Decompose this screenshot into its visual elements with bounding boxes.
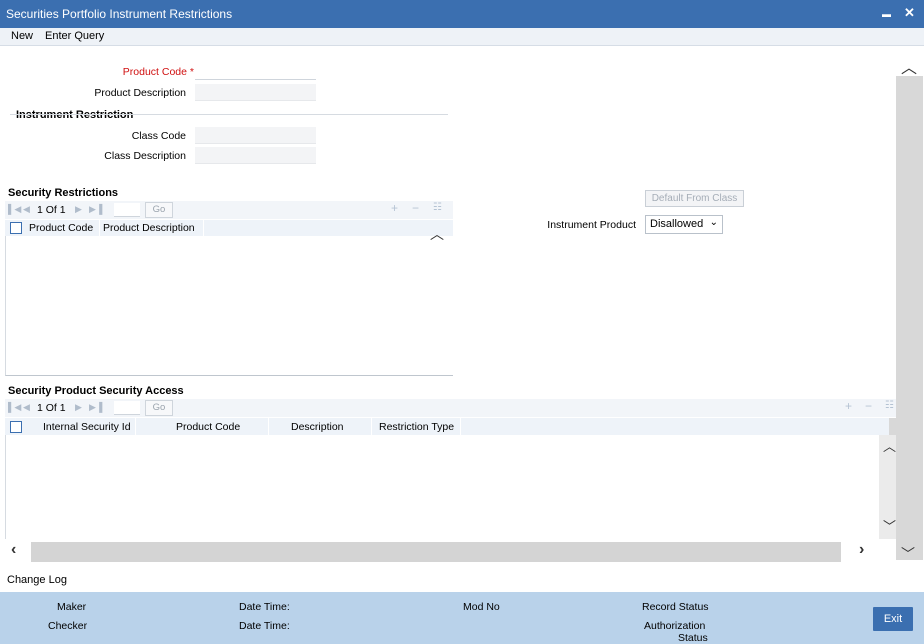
select-all-checkbox[interactable] [10,222,22,234]
page-scrollbar-track[interactable] [896,76,923,560]
column-header-internal-security-id: Internal Security Id [43,421,131,433]
horizontal-scrollbar[interactable]: ‹ › [5,540,879,566]
authorization-status-label-line1: Authorization [644,620,706,632]
close-icon[interactable]: ✕ [904,5,915,21]
checker-date-time-label: Date Time: [239,620,290,632]
delete-row-icon[interactable]: − [865,399,872,413]
security-restrictions-toolbar: ▌◀ ◀ 1 Of 1 ▶ ▶▐ Go + − ☷ [5,201,453,219]
prev-page-icon[interactable]: ◀ [23,402,30,413]
column-separator [99,220,100,236]
grid-scroll-down-icon[interactable]: ﹀ [883,516,896,535]
record-status-label: Record Status [642,601,709,613]
checker-label: Checker [48,620,88,632]
first-page-icon[interactable]: ▌◀ [8,402,21,413]
instrument-restriction-title: Instrument Restriction [16,109,134,121]
audit-footer: Maker Checker Date Time: Date Time: Mod … [0,592,924,644]
product-code-label: Product Code * [122,66,194,78]
column-separator [460,418,461,435]
mod-no-label: Mod No [463,601,500,613]
column-separator [203,220,204,236]
exit-button[interactable]: Exit [873,607,913,631]
last-page-icon[interactable]: ▶▐ [89,402,102,413]
main-content: Product Code * Product Description Instr… [0,46,924,566]
security-restrictions-page-input[interactable] [114,203,140,217]
scroll-left-icon[interactable]: ‹ [11,541,16,559]
prev-page-icon[interactable]: ◀ [23,204,30,215]
security-access-go-button[interactable]: Go [145,400,173,416]
instrument-product-select[interactable]: Disallowed ⌄ [645,215,723,234]
default-from-class-button[interactable]: Default From Class [645,190,744,207]
grid-header-scroll-corner [889,418,896,435]
security-restrictions-grid-header: Product Code Product Description [5,220,453,236]
column-separator [371,418,372,435]
change-log-link[interactable]: Change Log [7,574,67,586]
security-access-page-input[interactable] [114,401,140,415]
minimize-icon[interactable]: ▬ [882,9,891,19]
product-code-input[interactable] [195,63,316,80]
security-restrictions-grid-body [5,236,453,376]
last-page-icon[interactable]: ▶▐ [89,204,102,215]
first-page-icon[interactable]: ▌◀ [8,204,21,215]
product-description-label: Product Description [94,87,186,99]
column-header-product-description: Product Description [103,222,195,234]
column-separator [268,418,269,435]
authorization-status-label-line2: Status [678,632,708,644]
grid-scroll-up-icon[interactable]: ︿ [883,436,896,455]
grid-scroll-up-icon[interactable]: ︿ [430,224,444,244]
add-row-icon[interactable]: + [845,399,852,413]
new-menu-item[interactable]: New [11,30,33,42]
delete-row-icon[interactable]: − [412,201,419,215]
security-access-grid-body [5,435,879,539]
class-description-label: Class Description [104,150,186,162]
security-access-title: Security Product Security Access [8,385,184,397]
chevron-down-icon: ⌄ [709,217,718,228]
security-restrictions-title: Security Restrictions [8,187,119,199]
maker-label: Maker [57,601,87,613]
class-description-input[interactable] [195,147,316,164]
column-header-product-code: Product Code [176,421,241,433]
column-header-description: Description [291,421,344,433]
security-access-toolbar: ▌◀ ◀ 1 Of 1 ▶ ▶▐ Go + − ☷ [5,399,896,417]
instrument-product-label: Instrument Product [547,219,636,231]
next-page-icon[interactable]: ▶ [75,204,82,215]
product-description-input[interactable] [195,84,316,101]
single-view-icon[interactable]: ☷ [433,202,442,213]
page-scroll-up-icon[interactable]: ︿ [901,54,917,78]
security-restrictions-pager: 1 Of 1 [37,204,66,216]
class-code-label: Class Code [131,130,186,142]
maker-date-time-label: Date Time: [239,601,290,613]
add-row-icon[interactable]: + [391,201,398,215]
menu-bar: New Enter Query [0,28,924,46]
window-title: Securities Portfolio Instrument Restrict… [6,7,233,21]
enter-query-menu-item[interactable]: Enter Query [45,30,104,42]
select-all-checkbox[interactable] [10,421,22,433]
page-scroll-down-icon[interactable]: ﹀ [901,544,915,564]
security-access-grid-header: Internal Security Id Product Code Descri… [5,418,889,435]
security-access-pager: 1 Of 1 [37,402,66,414]
instrument-product-selected-value: Disallowed [650,218,704,230]
column-header-restriction-type: Restriction Type [379,421,455,433]
column-header-product-code: Product Code [29,222,94,234]
instrument-restriction-divider [10,114,448,115]
window-title-bar: Securities Portfolio Instrument Restrict… [0,0,924,28]
column-separator [135,418,136,435]
horizontal-scrollbar-thumb[interactable] [31,542,841,562]
security-restrictions-go-button[interactable]: Go [145,202,173,218]
single-view-icon[interactable]: ☷ [885,400,894,411]
class-code-input[interactable] [195,127,316,144]
next-page-icon[interactable]: ▶ [75,402,82,413]
scroll-right-icon[interactable]: › [859,541,864,559]
